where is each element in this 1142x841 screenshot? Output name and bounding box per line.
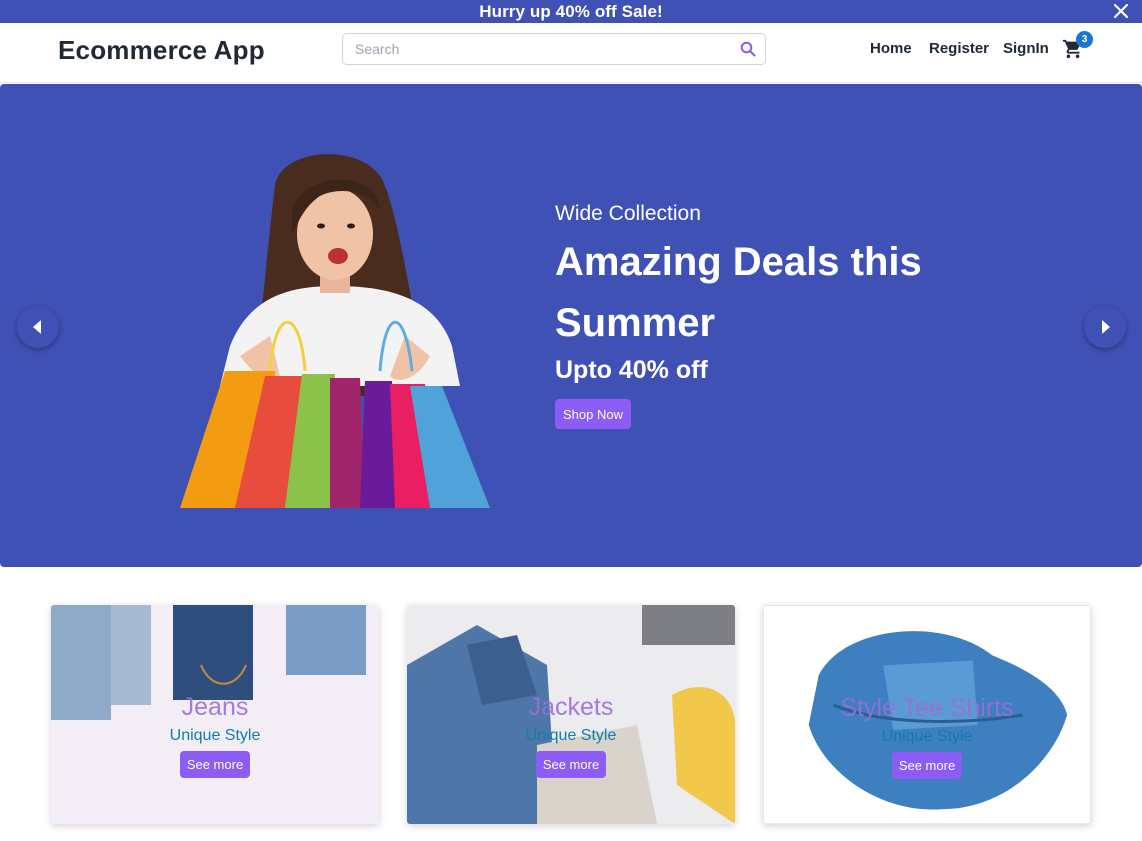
see-more-button[interactable]: See more xyxy=(536,751,606,778)
category-subtitle: Unique Style xyxy=(525,727,617,744)
chevron-left-icon xyxy=(33,320,41,334)
search-icon[interactable] xyxy=(731,34,765,64)
hero-image xyxy=(180,154,490,508)
category-subtitle: Unique Style xyxy=(169,727,261,744)
category-card-jackets[interactable]: Jackets Unique Style See more xyxy=(407,605,735,824)
hero-eyebrow: Wide Collection xyxy=(555,202,701,225)
chevron-right-icon xyxy=(1102,320,1110,334)
category-title: Style Tee Shirts xyxy=(840,694,1014,722)
nav-home-link[interactable]: Home xyxy=(870,40,912,57)
carousel-next-button[interactable] xyxy=(1084,306,1126,348)
promo-banner: Hurry up 40% off Sale! xyxy=(0,0,1142,23)
shop-now-button[interactable]: Shop Now xyxy=(555,399,631,429)
brand-logo[interactable]: Ecommerce App xyxy=(58,35,265,66)
category-title: Jeans xyxy=(181,693,249,721)
search-input[interactable] xyxy=(343,34,731,64)
category-card-tee-shirts[interactable]: Style Tee Shirts Unique Style See more xyxy=(763,605,1091,824)
see-more-button[interactable]: See more xyxy=(180,751,250,778)
see-more-button[interactable]: See more xyxy=(892,752,962,779)
search-bar xyxy=(342,33,766,65)
carousel-prev-button[interactable] xyxy=(17,306,59,348)
nav-register-link[interactable]: Register xyxy=(929,40,989,57)
category-card-jeans[interactable]: Jeans Unique Style See more xyxy=(51,605,379,824)
hero-carousel: Wide Collection Amazing Deals this Summe… xyxy=(0,84,1142,567)
category-title: Jackets xyxy=(528,693,614,721)
cart-count-badge: 3 xyxy=(1076,31,1093,48)
hero-offer: Upto 40% off xyxy=(555,356,708,384)
promo-text: Hurry up 40% off Sale! xyxy=(479,1,663,21)
close-icon[interactable] xyxy=(1112,2,1130,20)
nav-signin-link[interactable]: SignIn xyxy=(1003,40,1049,57)
top-navbar: Ecommerce App Home Register SignIn 3 xyxy=(0,23,1142,83)
hero-title: Amazing Deals this Summer xyxy=(555,240,922,345)
category-subtitle: Unique Style xyxy=(881,728,973,745)
